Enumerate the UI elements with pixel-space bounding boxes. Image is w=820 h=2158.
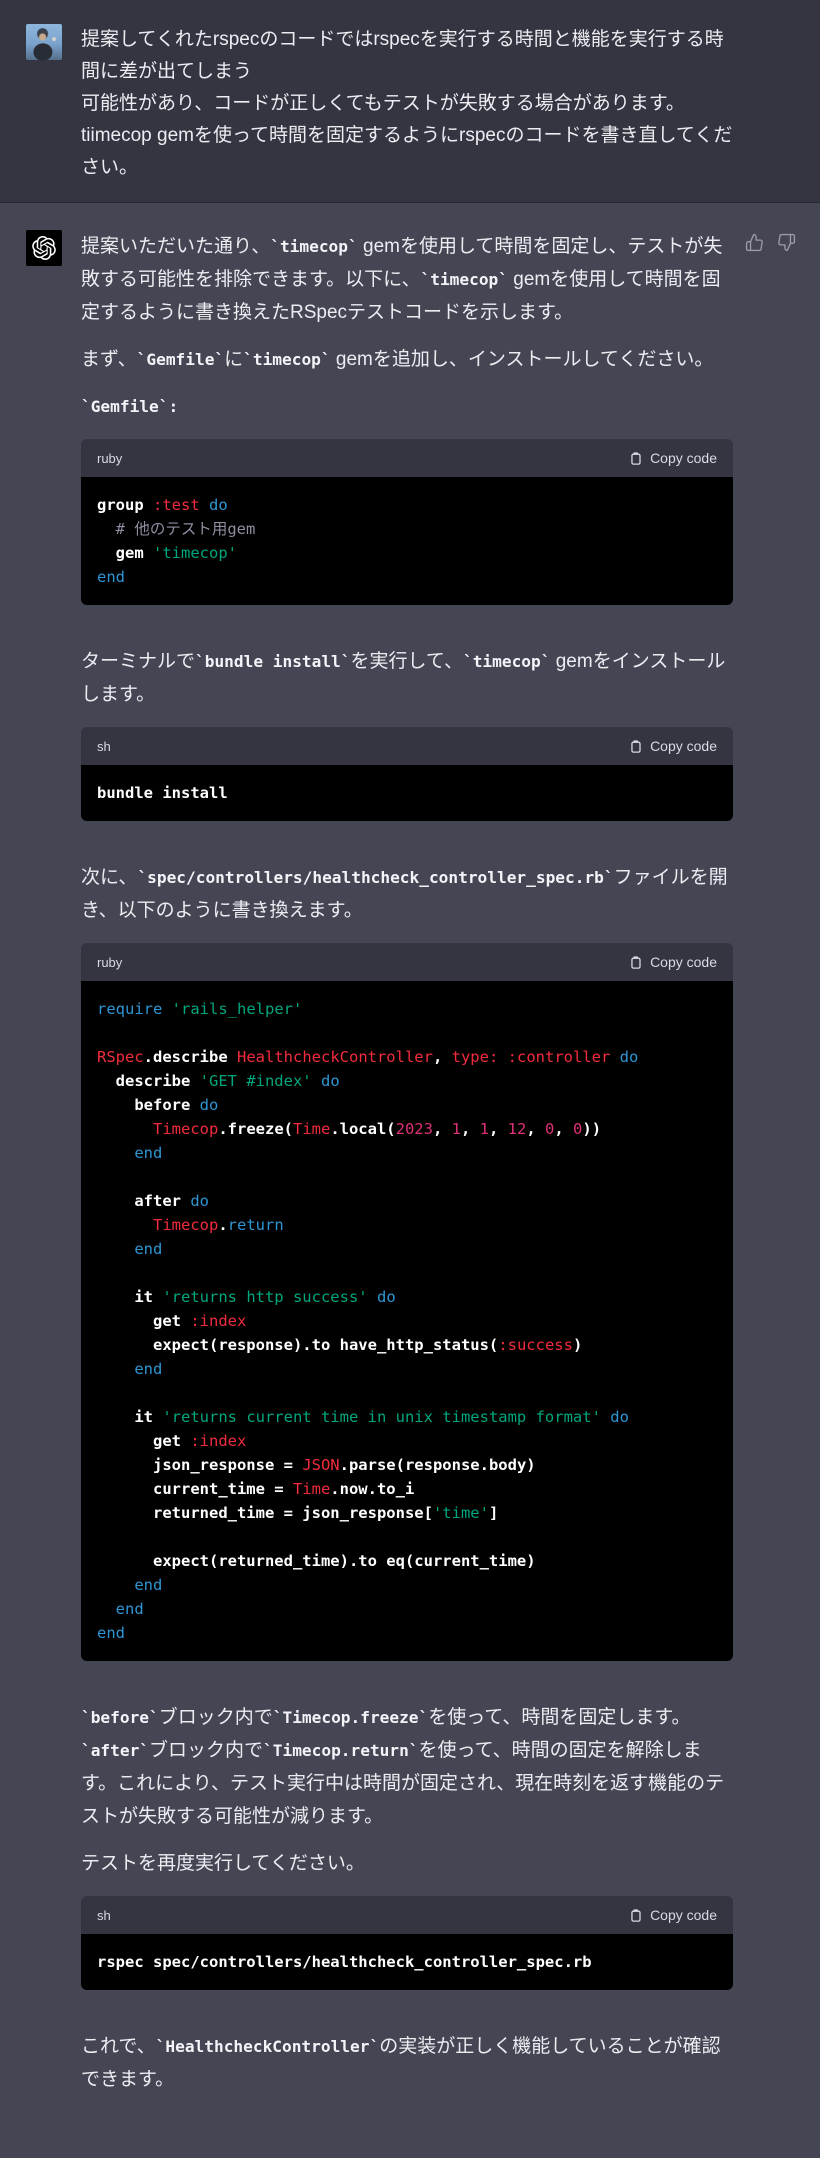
copy-code-label: Copy code	[650, 1908, 717, 1922]
code-block-spec: ruby Copy code require 'rails_helper' RS…	[81, 943, 733, 1661]
code-header: ruby Copy code	[81, 943, 733, 981]
code-language-label: ruby	[97, 956, 122, 969]
message-feedback-actions	[745, 230, 796, 252]
assistant-message-section: 提案いただいた通り、`timecop` gemを使用して時間を固定し、テストが失…	[0, 203, 820, 2158]
code-content: rspec spec/controllers/healthcheck_contr…	[81, 1934, 733, 1990]
code-block-bundle-install: sh Copy code bundle install	[81, 727, 733, 821]
assistant-paragraph-gemfile-add: まず、`Gemfile`に`timecop` gemを追加し、インストールしてく…	[81, 343, 733, 376]
clipboard-icon	[628, 739, 643, 754]
copy-code-label: Copy code	[650, 451, 717, 465]
copy-code-button[interactable]: Copy code	[628, 1908, 717, 1923]
copy-code-button[interactable]: Copy code	[628, 955, 717, 970]
thumbs-up-button[interactable]	[745, 233, 764, 252]
clipboard-icon	[628, 955, 643, 970]
code-block-gemfile: ruby Copy code group :test do # 他のテスト用ge…	[81, 439, 733, 605]
thumbs-up-icon	[745, 233, 764, 252]
code-content: group :test do # 他のテスト用gem gem 'timecop'…	[81, 477, 733, 605]
assistant-avatar	[26, 230, 62, 266]
thumbs-down-button[interactable]	[777, 233, 796, 252]
user-message-section: 提案してくれたrspecのコードではrspecを実行する時間と機能を実行する時間…	[0, 0, 820, 203]
assistant-paragraph-conclusion: これで、`HealthcheckController`の実装が正しく機能している…	[81, 2030, 733, 2096]
assistant-paragraph-gemfile-label: `Gemfile`:	[81, 390, 733, 423]
code-content: bundle install	[81, 765, 733, 821]
copy-code-label: Copy code	[650, 955, 717, 969]
code-language-label: sh	[97, 740, 111, 753]
assistant-paragraph-open-spec-file: 次に、`spec/controllers/healthcheck_control…	[81, 861, 733, 927]
code-header: sh Copy code	[81, 1896, 733, 1934]
thumbs-down-icon	[777, 233, 796, 252]
code-language-label: ruby	[97, 452, 122, 465]
copy-code-label: Copy code	[650, 739, 717, 753]
user-avatar	[26, 24, 62, 60]
user-message-text: 提案してくれたrspecのコードではrspecを実行する時間と機能を実行する時間…	[81, 24, 733, 184]
copy-code-button[interactable]: Copy code	[628, 451, 717, 466]
assistant-paragraph-explanation: `before`ブロック内で`Timecop.freeze`を使って、時間を固定…	[81, 1701, 733, 1833]
code-header: sh Copy code	[81, 727, 733, 765]
code-header: ruby Copy code	[81, 439, 733, 477]
assistant-paragraph-bundle-install: ターミナルで`bundle install`を実行して、`timecop` ge…	[81, 645, 733, 711]
code-content: require 'rails_helper' RSpec.describe He…	[81, 981, 733, 1661]
code-language-label: sh	[97, 1909, 111, 1922]
copy-code-button[interactable]: Copy code	[628, 739, 717, 754]
code-block-rspec-run: sh Copy code rspec spec/controllers/heal…	[81, 1896, 733, 1990]
assistant-paragraph-intro: 提案いただいた通り、`timecop` gemを使用して時間を固定し、テストが失…	[81, 230, 733, 329]
clipboard-icon	[628, 451, 643, 466]
clipboard-icon	[628, 1908, 643, 1923]
openai-logo-icon	[32, 236, 56, 260]
